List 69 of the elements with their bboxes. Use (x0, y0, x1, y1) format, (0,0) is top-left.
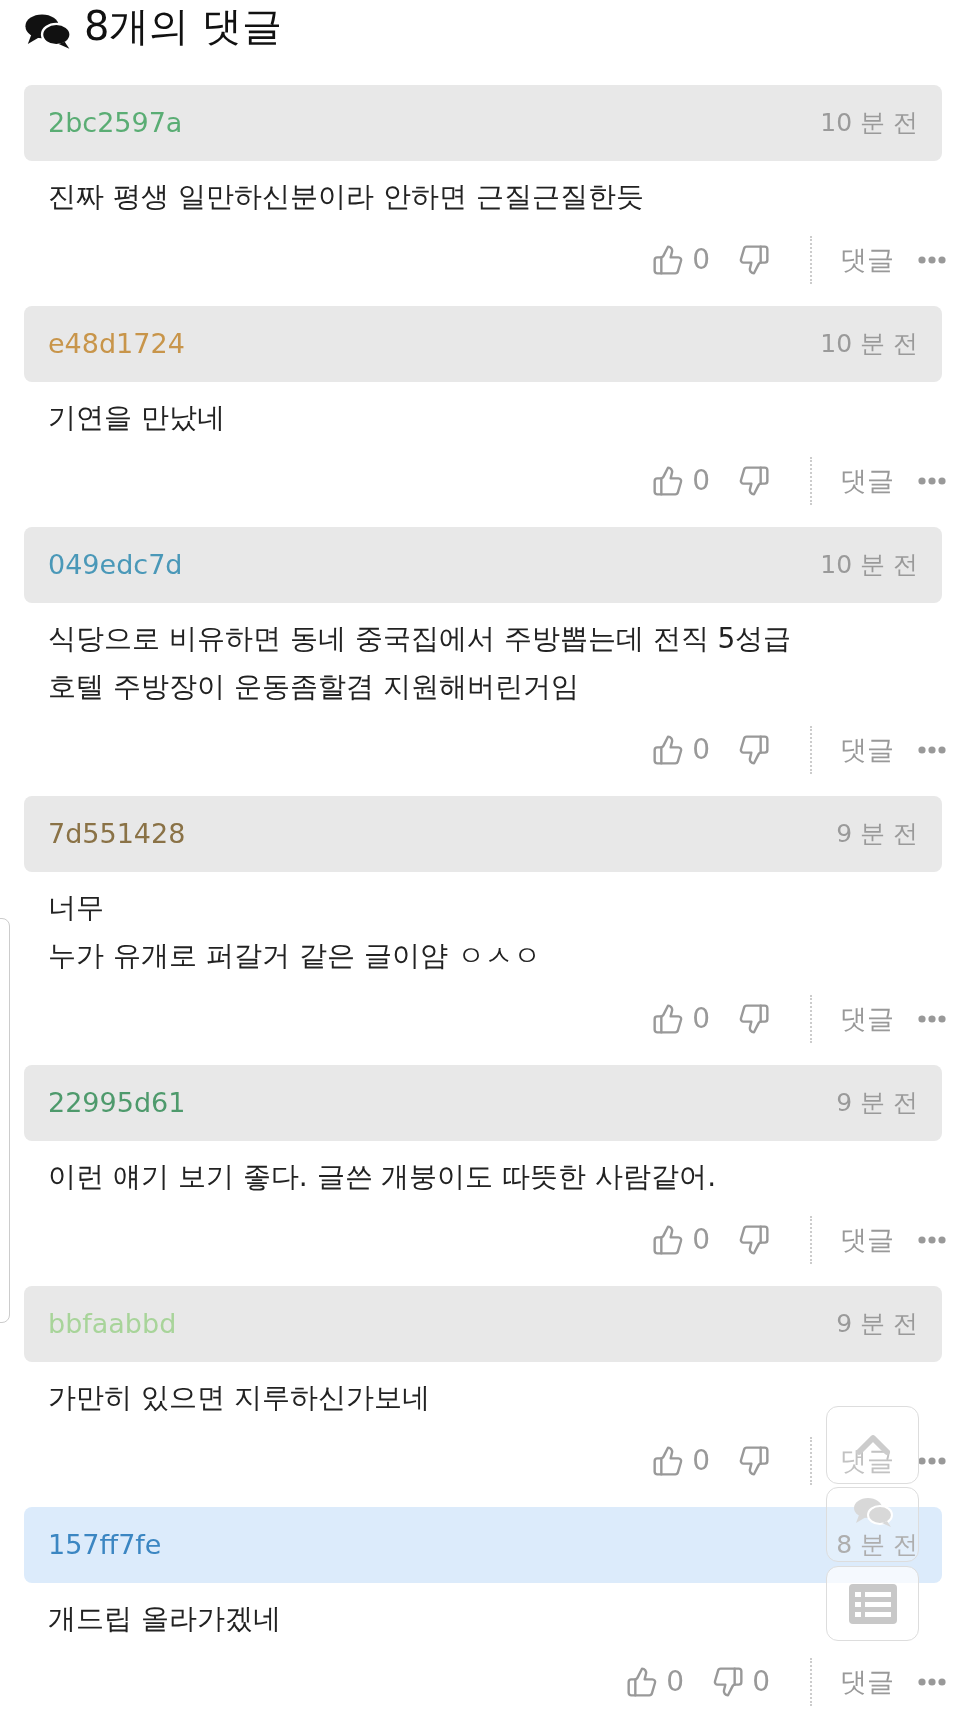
thumbs-down-icon (738, 465, 770, 497)
dislike-button[interactable] (738, 734, 770, 766)
thumbs-up-icon (652, 465, 685, 497)
more-icon[interactable] (918, 256, 946, 264)
thumbs-down-icon (738, 1224, 770, 1256)
chat-bubbles-icon (24, 12, 72, 50)
reply-button[interactable]: 댓글 (840, 1219, 894, 1261)
thumbs-up-icon (652, 1224, 685, 1256)
more-icon[interactable] (918, 477, 946, 485)
comment-time: 10 분 전 (820, 549, 918, 582)
comment-author[interactable]: 22995d61 (48, 1082, 186, 1124)
comment-time: 10 분 전 (820, 107, 918, 140)
comment-time: 9 분 전 (836, 818, 918, 851)
dislike-button[interactable] (738, 1224, 770, 1256)
comment-text: 너무 (48, 890, 104, 926)
comment-text: 가만히 있으면 지루하신가보네 (48, 1380, 430, 1416)
chat-bubbles-icon (852, 1496, 893, 1528)
dislike-button[interactable]: 0 (712, 1661, 770, 1703)
thumbs-up-icon (626, 1666, 659, 1698)
like-button[interactable]: 0 (652, 729, 710, 771)
comment-time: 9 분 전 (836, 1087, 918, 1120)
comment-author[interactable]: 157ff7fe (48, 1524, 162, 1566)
reply-button[interactable]: 댓글 (840, 460, 894, 502)
comment-text: 진짜 평생 일만하신분이라 안하면 근질근질한듯 (48, 179, 644, 215)
like-button[interactable]: 0 (652, 1219, 710, 1261)
dislike-button[interactable] (738, 465, 770, 497)
reply-button[interactable]: 댓글 (840, 1661, 894, 1703)
more-icon[interactable] (918, 1015, 946, 1023)
more-icon[interactable] (918, 746, 946, 754)
comment-time: 9 분 전 (836, 1308, 918, 1341)
list-icon (848, 1583, 897, 1624)
thumbs-up-icon (652, 734, 685, 766)
thumbs-up-icon (652, 1445, 685, 1477)
more-icon[interactable] (918, 1457, 946, 1465)
comment-author[interactable]: 7d551428 (48, 813, 186, 855)
dislike-button[interactable] (738, 1445, 770, 1477)
comment-text: 누가 유개로 퍼갈거 같은 글이얌 ㅇㅅㅇ (48, 938, 541, 974)
like-button[interactable]: 0 (652, 460, 710, 502)
reply-button[interactable]: 댓글 (840, 998, 894, 1040)
thumbs-down-icon (712, 1666, 745, 1698)
thumbs-up-icon (652, 1003, 685, 1035)
reply-button[interactable]: 댓글 (840, 239, 894, 281)
like-button[interactable]: 0 (652, 1440, 710, 1482)
like-button[interactable]: 0 (626, 1661, 685, 1703)
comment-author[interactable]: 2bc2597a (48, 102, 183, 144)
comments-title: 8개의 댓글 (84, 2, 283, 51)
list-button[interactable] (826, 1566, 919, 1641)
dislike-button[interactable] (738, 244, 770, 276)
dislike-button[interactable] (738, 1003, 770, 1035)
reply-button[interactable]: 댓글 (840, 729, 894, 771)
like-button[interactable]: 0 (652, 998, 710, 1040)
comment-text: 식당으로 비유하면 동네 중국집에서 주방뽑는데 전직 5성급호텔 주방장이 운동좀할겸 지원해버린거임 (48, 621, 793, 705)
comment-author[interactable]: e48d1724 (48, 323, 185, 365)
thumbs-up-icon (652, 244, 685, 276)
comment-time: 8 분 전 (836, 1529, 918, 1562)
more-icon[interactable] (918, 1236, 946, 1244)
comments-button[interactable] (826, 1487, 919, 1562)
comment-author[interactable]: 049edc7d (48, 544, 183, 586)
like-button[interactable]: 0 (652, 239, 710, 281)
comment-time: 10 분 전 (820, 328, 918, 361)
comment-text: 기연을 만났네 (48, 400, 225, 436)
thumbs-down-icon (738, 244, 770, 276)
thumbs-down-icon (738, 1445, 770, 1477)
scroll-top-button[interactable] (826, 1406, 919, 1484)
comment-text: 개드립 올라가겠네 (48, 1601, 281, 1637)
thumbs-down-icon (738, 734, 770, 766)
thumbs-down-icon (738, 1003, 770, 1035)
more-icon[interactable] (918, 1678, 946, 1686)
comment-text: 이런 얘기 보기 좋다. 글쓴 개붕이도 따뜻한 사람같어. (48, 1159, 717, 1195)
